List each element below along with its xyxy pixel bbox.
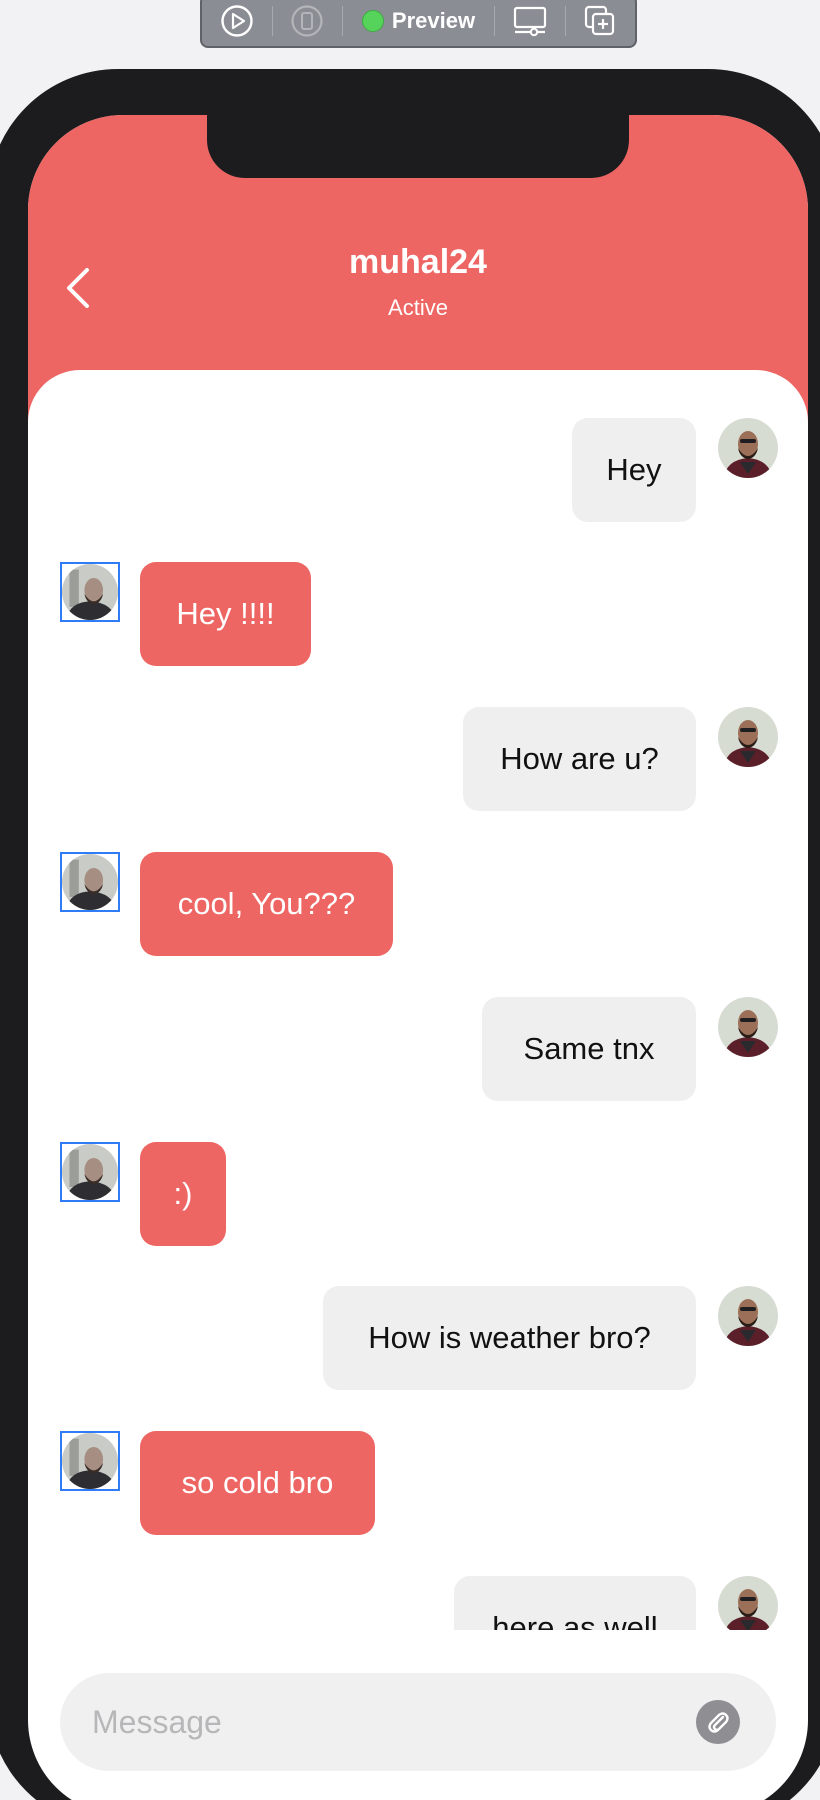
message-list[interactable]: Hey Hey !!!! How are u? cool, You??? Sam… [28, 370, 808, 1630]
device-icon [291, 5, 323, 37]
contact-avatar [60, 562, 120, 622]
contact-photo-icon [62, 1433, 118, 1489]
received-message-bubble[interactable]: so cold bro [140, 1431, 375, 1535]
duplicate-button[interactable] [566, 0, 636, 46]
message-row: Hey [28, 418, 808, 522]
message-text: so cold bro [181, 1465, 334, 1500]
contact-avatar [60, 1431, 120, 1491]
contact-name: muhal24 [349, 243, 487, 281]
display-settings-icon [513, 6, 546, 37]
sent-message-bubble[interactable]: How are u? [463, 707, 696, 811]
play-circle-icon [221, 5, 253, 37]
message-text: Same tnx [523, 1031, 655, 1066]
message-text: cool, You??? [177, 886, 356, 921]
status-dot-icon [361, 10, 384, 32]
my-avatar [718, 707, 778, 767]
duplicate-icon [585, 5, 615, 36]
my-avatar [718, 1286, 778, 1346]
contact-photo-icon [62, 854, 118, 910]
my-avatar [718, 418, 778, 478]
message-text: Hey [606, 452, 662, 487]
user-photo-icon [718, 997, 778, 1057]
user-photo-icon [718, 707, 778, 767]
message-input[interactable] [92, 1673, 652, 1771]
received-message-bubble[interactable]: :) [140, 1142, 226, 1246]
message-text: Hey !!!! [176, 596, 275, 631]
received-message-bubble[interactable]: Hey !!!! [140, 562, 311, 666]
message-row: :) [28, 1142, 808, 1246]
user-photo-icon [718, 418, 778, 478]
message-row: here as well [28, 1576, 808, 1630]
sent-message-bubble[interactable]: Hey [572, 418, 696, 522]
message-composer [60, 1673, 776, 1771]
sent-message-bubble[interactable]: here as well [454, 1576, 696, 1630]
preview-label: Preview [391, 8, 476, 33]
contact-avatar [60, 852, 120, 912]
contact-photo-icon [62, 564, 118, 620]
message-row: cool, You??? [28, 852, 808, 956]
message-text: How are u? [500, 741, 659, 776]
message-row: How are u? [28, 707, 808, 811]
message-row: Same tnx [28, 997, 808, 1101]
my-avatar [718, 1576, 778, 1630]
message-text: here as well [492, 1610, 658, 1630]
device-button[interactable] [273, 0, 343, 46]
contact-avatar [60, 1142, 120, 1202]
play-button[interactable] [202, 0, 272, 46]
received-message-bubble[interactable]: cool, You??? [140, 852, 393, 956]
contact-photo-icon [62, 1144, 118, 1200]
message-row: Hey !!!! [28, 562, 808, 666]
message-row: so cold bro [28, 1431, 808, 1535]
contact-status: Active [388, 295, 448, 320]
display-settings-button[interactable] [495, 0, 565, 46]
preview-toolbar: Preview [200, 0, 637, 48]
sent-message-bubble[interactable]: Same tnx [482, 997, 696, 1101]
user-photo-icon [718, 1286, 778, 1346]
sent-message-bubble[interactable]: How is weather bro? [323, 1286, 696, 1390]
attach-button[interactable] [696, 1700, 740, 1744]
device-notch [207, 115, 629, 178]
chat-screen: muhal24 Active Hey Hey !!!! How are u? c… [28, 115, 808, 1800]
paperclip-icon [708, 1712, 729, 1733]
message-text: How is weather bro? [368, 1320, 651, 1355]
message-row: How is weather bro? [28, 1286, 808, 1390]
preview-status[interactable]: Preview [343, 0, 494, 46]
user-photo-icon [718, 1576, 778, 1630]
message-text: :) [173, 1176, 193, 1211]
my-avatar [718, 997, 778, 1057]
